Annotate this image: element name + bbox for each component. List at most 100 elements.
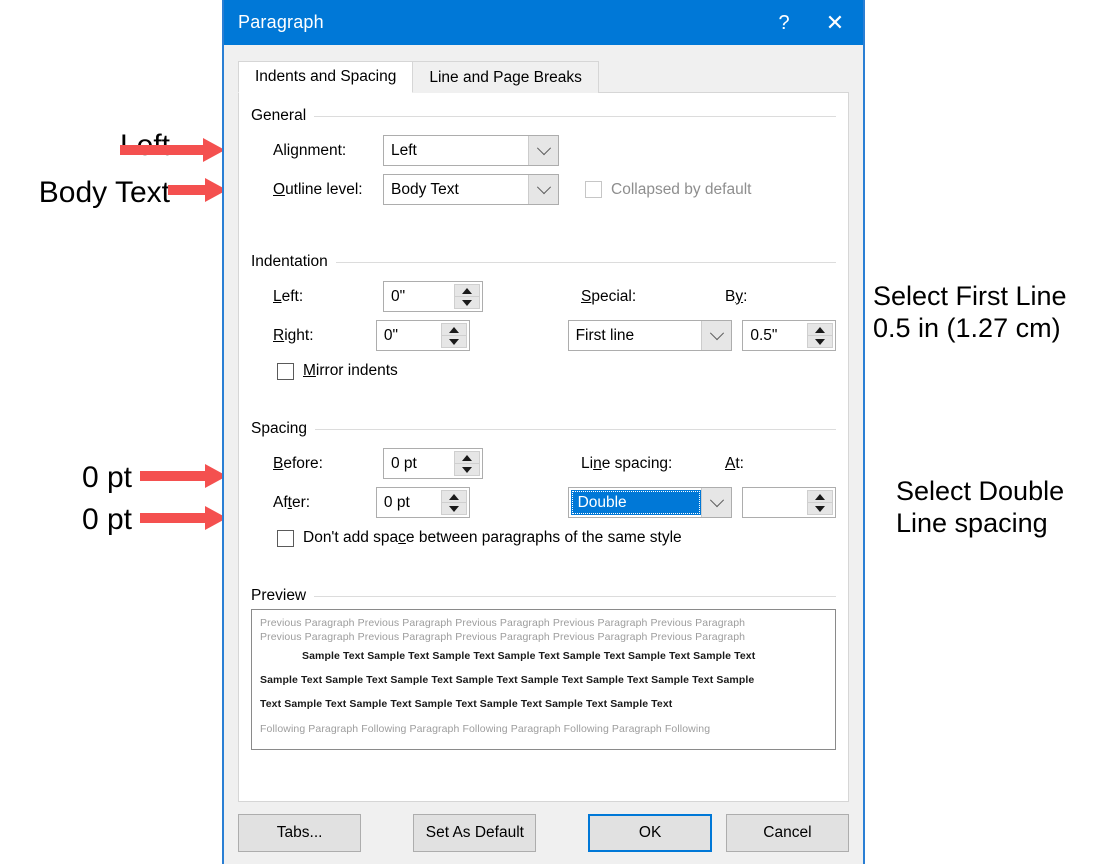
spinner-up-icon[interactable] xyxy=(454,284,480,297)
alignment-value: Left xyxy=(391,141,417,159)
spinner-up-icon[interactable] xyxy=(807,490,833,503)
group-indentation: Indentation xyxy=(251,253,836,271)
line-spacing-label: Line spacing: xyxy=(581,454,673,472)
special-value: First line xyxy=(575,326,635,344)
row-indent-left: Left: 0" Special: By: xyxy=(273,281,836,312)
dialog-footer: Tabs... Set As Default OK Cancel xyxy=(224,802,863,864)
indent-right-label: Right: xyxy=(273,326,314,344)
arrow-shaft xyxy=(140,513,206,523)
tab-line-and-page-breaks[interactable]: Line and Page Breaks xyxy=(412,61,599,93)
line-spacing-combobox[interactable]: Double xyxy=(567,487,733,518)
tabs-button-label: Tabs... xyxy=(276,824,323,841)
outline-level-value: Body Text xyxy=(391,180,459,198)
chevron-down-icon[interactable] xyxy=(701,488,732,517)
title-bar: Paragraph ? ✕ xyxy=(224,0,863,45)
spacing-after-label: After: xyxy=(273,493,311,511)
spinner-up-icon[interactable] xyxy=(454,451,480,464)
group-general-divider xyxy=(314,115,836,117)
annotation-spacing-before: 0 pt xyxy=(0,460,132,495)
row-dont-add-space: Don't add space between paragraphs of th… xyxy=(277,529,836,547)
annotation-arrow-spacing-after xyxy=(140,506,230,530)
annotation-arrow-outline xyxy=(168,178,228,202)
spinner-down-icon[interactable] xyxy=(454,297,480,309)
spinner-up-icon[interactable] xyxy=(440,323,467,336)
spinner-buttons xyxy=(807,490,833,515)
cancel-button[interactable]: Cancel xyxy=(725,814,850,852)
spacing-after-spinner[interactable]: 0 pt xyxy=(375,487,470,518)
preview-previous-line-2: Previous Paragraph Previous Paragraph Pr… xyxy=(260,631,746,643)
indent-left-spinner[interactable]: 0" xyxy=(383,281,483,312)
annotation-spacing-after: 0 pt xyxy=(0,502,132,537)
tab-strip: Indents and Spacing Line and Page Breaks xyxy=(238,59,849,93)
indent-left-value: 0" xyxy=(391,287,406,305)
chevron-down-icon[interactable] xyxy=(528,136,558,165)
annotation-arrow-spacing-before xyxy=(140,464,230,488)
by-value: 0.5" xyxy=(750,326,778,344)
annotation-outline-body-text: Body Text xyxy=(10,175,170,210)
special-label: Special: xyxy=(581,287,637,305)
spinner-up-icon[interactable] xyxy=(807,323,833,336)
preview-sample-line-1: Sample Text Sample Text Sample Text Samp… xyxy=(302,650,756,662)
preview-sample-line-3: Text Sample Text Sample Text Sample Text… xyxy=(260,698,673,710)
chevron-down-icon[interactable] xyxy=(528,175,558,204)
at-value xyxy=(743,488,807,517)
annotation-spacing-after-text: 0 pt xyxy=(81,503,132,536)
indent-right-value: 0" xyxy=(383,326,399,344)
annotation-select-double-1: Select Double xyxy=(896,476,1065,506)
annotation-select-first-line: Select First Line 0.5 in (1.27 cm) xyxy=(873,281,1067,345)
close-icon[interactable]: ✕ xyxy=(807,0,863,45)
spinner-down-icon[interactable] xyxy=(807,503,833,515)
checkbox-box xyxy=(585,181,602,198)
spinner-down-icon[interactable] xyxy=(454,464,480,476)
tab-panel-indents-and-spacing: General Alignment: Left Outline level: B… xyxy=(238,93,849,802)
dialog-title: Paragraph xyxy=(238,12,324,32)
spacing-before-label: Before: xyxy=(273,454,323,472)
title-bar-buttons: ? ✕ xyxy=(761,0,863,45)
by-spinner[interactable]: 0.5" xyxy=(742,320,836,351)
outline-level-combobox[interactable]: Body Text xyxy=(383,174,559,205)
spinner-buttons xyxy=(807,323,833,348)
group-spacing: Spacing xyxy=(251,420,836,438)
alignment-combobox[interactable]: Left xyxy=(383,135,559,166)
mirror-indents-checkbox[interactable]: Mirror indents xyxy=(277,362,398,380)
indent-right-spinner[interactable]: 0" xyxy=(375,320,470,351)
chevron-down-icon[interactable] xyxy=(701,321,732,350)
at-spinner[interactable] xyxy=(742,487,836,518)
group-indentation-divider xyxy=(335,261,836,263)
row-indent-right: Right: 0" First line 0.5" xyxy=(273,320,836,351)
row-spacing-after: After: 0 pt Double xyxy=(273,487,836,518)
checkbox-box xyxy=(277,362,294,380)
line-spacing-value: Double xyxy=(570,490,702,515)
row-mirror-indents: Mirror indents xyxy=(277,362,836,380)
tabs-button[interactable]: Tabs... xyxy=(238,814,362,852)
annotation-select-first-line-1: Select First Line xyxy=(873,281,1067,311)
spinner-down-icon[interactable] xyxy=(440,336,467,348)
mirror-indents-label: Mirror indents xyxy=(303,362,398,379)
collapsed-by-default-label: Collapsed by default xyxy=(611,180,752,198)
preview-following-line: Following Paragraph Following Paragraph … xyxy=(260,723,711,735)
row-outline-level: Outline level: Body Text Collapsed by de… xyxy=(273,174,836,205)
tab-indents-and-spacing[interactable]: Indents and Spacing xyxy=(238,61,414,93)
spinner-up-icon[interactable] xyxy=(440,490,467,503)
spacing-after-value: 0 pt xyxy=(383,493,410,511)
tab-indents-and-spacing-label: Indents and Spacing xyxy=(255,68,397,85)
group-spacing-divider xyxy=(315,428,836,430)
ok-button[interactable]: OK xyxy=(588,814,712,852)
group-general: General xyxy=(251,107,836,125)
spacing-before-spinner[interactable]: 0 pt xyxy=(383,448,483,479)
preview-sample-line-2: Sample Text Sample Text Sample Text Samp… xyxy=(260,674,755,686)
set-as-default-button[interactable]: Set As Default xyxy=(413,814,537,852)
annotation-outline-body-text-text: Body Text xyxy=(38,176,170,209)
spinner-down-icon[interactable] xyxy=(807,336,833,348)
dont-add-space-checkbox[interactable]: Don't add space between paragraphs of th… xyxy=(277,529,682,547)
collapsed-by-default-checkbox[interactable]: Collapsed by default xyxy=(585,181,751,199)
spinner-buttons xyxy=(454,451,480,476)
spinner-buttons xyxy=(440,490,467,515)
spacing-before-value: 0 pt xyxy=(391,454,417,472)
special-combobox[interactable]: First line xyxy=(567,320,733,351)
help-icon[interactable]: ? xyxy=(761,0,807,45)
spinner-down-icon[interactable] xyxy=(440,503,467,515)
arrow-shaft xyxy=(140,471,206,481)
preview-previous-line-1: Previous Paragraph Previous Paragraph Pr… xyxy=(260,617,746,629)
arrow-shaft xyxy=(168,185,206,195)
